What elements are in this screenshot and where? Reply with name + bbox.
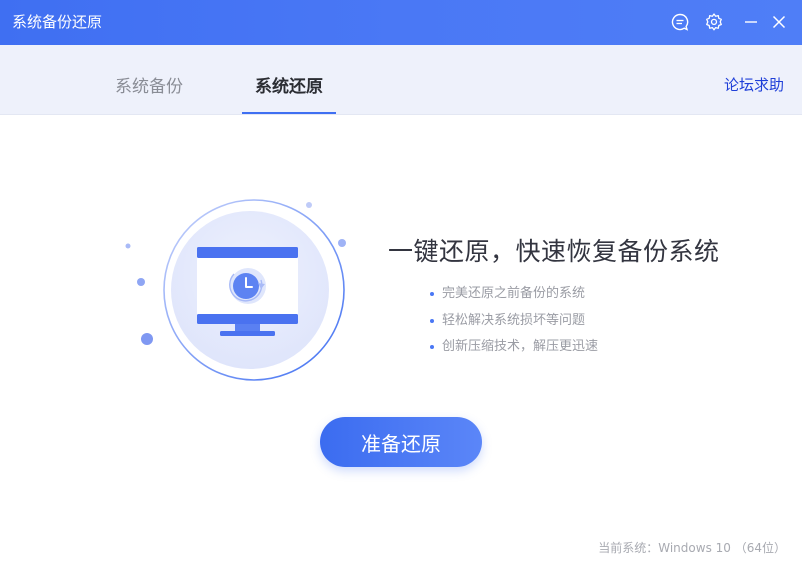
minimize-icon[interactable] <box>740 11 762 33</box>
bullet-icon <box>430 318 434 323</box>
feature-text: 完美还原之前备份的系统 <box>442 286 586 301</box>
forum-help-link[interactable]: 论坛求助 <box>724 75 784 95</box>
feature-item: 完美还原之前备份的系统 <box>430 285 598 312</box>
tab-bar: 系统备份 系统还原 论坛求助 <box>0 45 802 115</box>
window-title: 系统备份还原 <box>12 13 103 31</box>
restore-illustration <box>110 190 370 390</box>
tab-system-restore[interactable]: 系统还原 <box>255 75 323 99</box>
active-tab-indicator <box>242 112 336 114</box>
feature-list: 完美还原之前备份的系统 轻松解决系统损坏等问题 创新压缩技术，解压更迅速 <box>430 285 598 365</box>
restore-headline: 一键还原，快速恢复备份系统 <box>388 237 720 266</box>
feedback-icon[interactable] <box>669 11 691 33</box>
title-bar: 系统备份还原 <box>0 0 802 45</box>
bullet-icon <box>430 292 434 296</box>
feature-text: 轻松解决系统损坏等问题 <box>442 312 586 328</box>
feature-item: 轻松解决系统损坏等问题 <box>430 312 598 339</box>
prepare-restore-button[interactable]: 准备还原 <box>320 417 482 467</box>
tab-system-backup[interactable]: 系统备份 <box>115 75 183 99</box>
bullet-icon <box>430 345 434 349</box>
close-icon[interactable] <box>768 11 790 33</box>
feature-item: 创新压缩技术，解压更迅速 <box>430 338 598 365</box>
feature-text: 创新压缩技术，解压更迅速 <box>442 339 599 354</box>
gear-icon[interactable] <box>703 11 725 33</box>
current-system-status: 当前系统：Windows 10 （64位） <box>598 541 786 555</box>
